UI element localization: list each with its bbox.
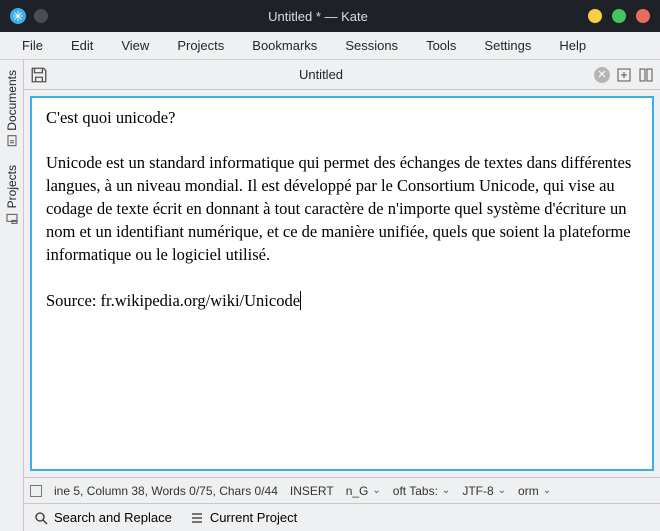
language-selector[interactable]: n_G⌄ xyxy=(346,484,381,498)
split-view-icon[interactable] xyxy=(638,67,654,83)
current-project-button[interactable]: Current Project xyxy=(190,510,297,525)
menu-bookmarks[interactable]: Bookmarks xyxy=(238,34,331,57)
search-icon xyxy=(34,511,48,525)
status-indicator-icon[interactable] xyxy=(30,485,42,497)
window-title: Untitled * — Kate xyxy=(48,9,588,24)
side-tab-documents[interactable]: Documents xyxy=(3,64,21,153)
side-tab-projects[interactable]: Projects xyxy=(3,159,21,230)
current-project-label: Current Project xyxy=(210,510,297,525)
text-editor[interactable]: C'est quoi unicode? Unicode est un stand… xyxy=(30,96,654,471)
side-tab-documents-label: Documents xyxy=(5,70,19,131)
editor-line-1: C'est quoi unicode? xyxy=(46,108,175,127)
statusbar: ine 5, Column 38, Words 0/75, Chars 0/44… xyxy=(24,477,660,503)
menu-help[interactable]: Help xyxy=(545,34,600,57)
maximize-button[interactable] xyxy=(612,9,626,23)
chevron-down-icon: ⌄ xyxy=(442,485,450,496)
indent-selector[interactable]: oft Tabs:⌄ xyxy=(393,484,451,498)
titlebar: Untitled * — Kate xyxy=(0,0,660,32)
close-button[interactable] xyxy=(636,9,650,23)
menu-tools[interactable]: Tools xyxy=(412,34,470,57)
tab-title[interactable]: Untitled xyxy=(54,67,588,82)
side-tab-projects-label: Projects xyxy=(5,165,19,208)
text-cursor xyxy=(300,291,301,310)
edit-mode[interactable]: INSERT xyxy=(290,484,334,498)
projects-icon xyxy=(6,212,18,224)
document-tabbar: Untitled ✕ xyxy=(24,60,660,90)
chevron-down-icon: ⌄ xyxy=(543,485,551,496)
document-icon xyxy=(6,135,18,147)
modified-indicator-icon xyxy=(34,9,48,23)
search-replace-label: Search and Replace xyxy=(54,510,172,525)
encoding-selector[interactable]: JTF-8⌄ xyxy=(462,484,506,498)
format-selector[interactable]: orm⌄ xyxy=(518,484,551,498)
chevron-down-icon: ⌄ xyxy=(372,485,380,496)
bottom-toolbar: Search and Replace Current Project xyxy=(24,503,660,531)
menu-file[interactable]: File xyxy=(8,34,57,57)
menu-projects[interactable]: Projects xyxy=(163,34,238,57)
menu-edit[interactable]: Edit xyxy=(57,34,107,57)
minimize-button[interactable] xyxy=(588,9,602,23)
menu-settings[interactable]: Settings xyxy=(470,34,545,57)
menu-view[interactable]: View xyxy=(107,34,163,57)
list-icon xyxy=(190,511,204,525)
search-replace-button[interactable]: Search and Replace xyxy=(34,510,172,525)
save-icon[interactable] xyxy=(30,66,48,84)
app-icon xyxy=(10,8,26,24)
new-tab-icon[interactable] xyxy=(616,67,632,83)
chevron-down-icon: ⌄ xyxy=(498,485,506,496)
menu-sessions[interactable]: Sessions xyxy=(331,34,412,57)
editor-source-line: Source: fr.wikipedia.org/wiki/Unicode xyxy=(46,291,300,310)
kate-window: Untitled * — Kate File Edit View Project… xyxy=(0,0,660,531)
menubar: File Edit View Projects Bookmarks Sessio… xyxy=(0,32,660,60)
editor-paragraph: Unicode est un standard informatique qui… xyxy=(46,153,631,264)
side-panel: Documents Projects xyxy=(0,60,24,531)
tab-close-button[interactable]: ✕ xyxy=(594,67,610,83)
cursor-position[interactable]: ine 5, Column 38, Words 0/75, Chars 0/44 xyxy=(54,484,278,498)
